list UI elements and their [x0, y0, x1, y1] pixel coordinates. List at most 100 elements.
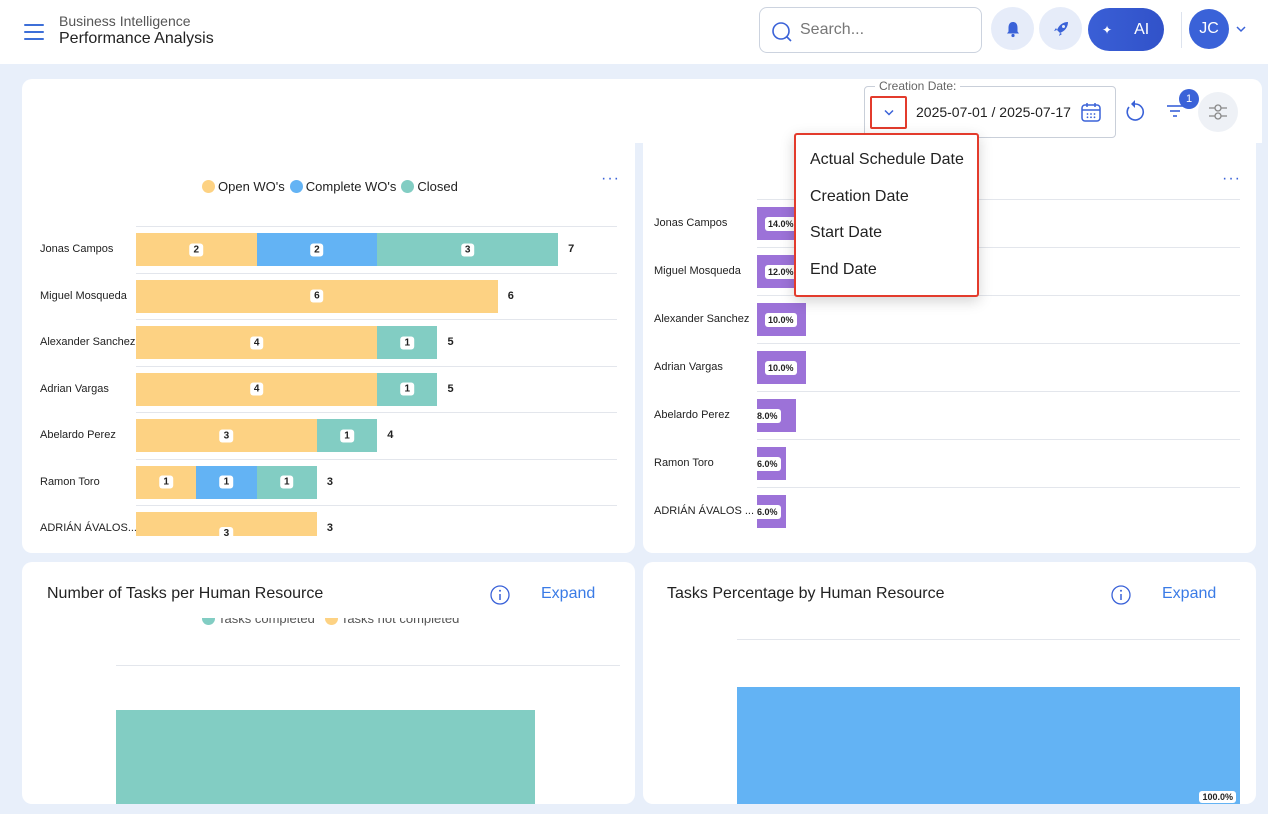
option-creation-date[interactable]: Creation Date	[796, 186, 977, 223]
launch-button[interactable]	[1039, 7, 1082, 50]
creation-date-field[interactable]: Creation Date: 2025-07-01 / 2025-07-17	[864, 79, 1116, 138]
bar-segment-open[interactable]: 1	[136, 465, 197, 499]
header-divider	[1181, 12, 1182, 48]
bar-segment-closed[interactable]: 1	[256, 465, 317, 499]
legend-dot-closed	[401, 180, 415, 193]
bar-value-label: 6.0%	[754, 456, 781, 471]
ai-assistant-button[interactable]: ✦ AI	[1088, 8, 1164, 51]
tasks-percentage-bar[interactable]: 100.0%	[737, 687, 1240, 804]
tasks-count-expand-link[interactable]: Expand	[541, 585, 595, 603]
page-titles: Business Intelligence Performance Analys…	[59, 13, 214, 49]
legend-tasks-not-completed[interactable]: Tasks not completed	[341, 618, 460, 626]
segment-value-label: 3	[460, 243, 475, 256]
bar-value-label: 100.0%	[1199, 791, 1236, 803]
bar-segment-closed[interactable]: 1	[316, 419, 378, 452]
notifications-button[interactable]	[991, 7, 1034, 50]
gridline	[136, 272, 617, 274]
row-label: Miguel Mosqueda	[40, 289, 127, 302]
bar-segment-closed[interactable]: 1	[377, 326, 438, 359]
menu-icon[interactable]	[24, 24, 44, 40]
tasks-count-legend: Tasks completed Tasks not completed	[202, 618, 459, 630]
gridline	[136, 505, 617, 506]
segment-value-label: 1	[400, 336, 415, 349]
tasks-count-panel: Number of Tasks per Human Resource Expan…	[22, 562, 635, 804]
row-label: Ramon Toro	[40, 475, 100, 488]
percentage-bar[interactable]: 10.0%	[757, 303, 806, 336]
bar-segment-open[interactable]: 4	[136, 326, 378, 359]
bar-total-label: 4	[387, 429, 394, 441]
page-subtitle: Business Intelligence	[59, 13, 191, 29]
search-box[interactable]	[759, 7, 982, 53]
segment-value-label: 4	[249, 382, 264, 396]
bar-segment-open[interactable]: 2	[136, 233, 257, 266]
bar-value-label: 6.0%	[754, 504, 781, 519]
gridline	[136, 319, 617, 320]
reset-icon[interactable]	[1124, 99, 1146, 123]
bar-segment-open[interactable]: 3	[136, 512, 317, 540]
search-input[interactable]	[800, 18, 970, 42]
chart-settings-button[interactable]	[1198, 92, 1238, 132]
bar-total-label: 7	[568, 243, 575, 255]
bar-total-label: 3	[326, 522, 334, 534]
option-start-date[interactable]: Start Date	[796, 222, 977, 259]
bar-value-label: 8.0%	[754, 408, 781, 423]
gridline	[737, 639, 1240, 640]
bar-segment-open[interactable]: 3	[136, 419, 317, 452]
bar-segment-open[interactable]: 6	[136, 279, 498, 313]
bar-value-label: 14.0%	[765, 216, 797, 231]
gridline	[757, 439, 1240, 440]
percentage-bar[interactable]: 8.0%	[754, 399, 796, 432]
segment-value-label: 3	[219, 429, 234, 442]
chevron-down-icon[interactable]	[1236, 25, 1246, 33]
sparkle-icon: ✦	[1102, 22, 1113, 37]
legend-tasks-completed[interactable]: Tasks completed	[218, 618, 315, 626]
bar-segment-closed[interactable]: 3	[377, 233, 559, 266]
gridline	[757, 343, 1240, 344]
gridline	[757, 391, 1240, 392]
pct-chart-more-button[interactable]: ···	[1222, 170, 1241, 188]
rocket-icon	[1053, 21, 1068, 36]
percentage-bar[interactable]: 6.0%	[754, 447, 787, 480]
bar-total-label: 3	[326, 475, 334, 488]
wo-chart-legend: Open WO's Complete WO's Closed	[202, 179, 458, 194]
row-label: ADRIÁN ÁVALOS...	[40, 522, 137, 534]
legend-dot-complete	[289, 180, 303, 193]
legend-dot-not-completed	[324, 618, 338, 625]
legend-open[interactable]: Open WO's	[218, 179, 285, 194]
sliders-icon	[1209, 104, 1227, 120]
info-icon[interactable]	[1110, 584, 1132, 606]
date-type-toggle[interactable]	[870, 96, 907, 129]
segment-value-label: 4	[249, 336, 264, 349]
percentage-bar[interactable]: 10.0%	[757, 351, 806, 384]
tasks-count-title: Number of Tasks per Human Resource	[47, 585, 324, 602]
row-label: Alexander Sanchez	[40, 336, 136, 348]
bar-segment-open[interactable]: 4	[136, 372, 378, 406]
user-avatar[interactable]: JC	[1189, 9, 1229, 49]
segment-value-label: 6	[310, 289, 324, 303]
wo-chart-more-button[interactable]: ···	[601, 170, 620, 188]
top-bar: Business Intelligence Performance Analys…	[0, 0, 1268, 64]
bar-segment-complete[interactable]: 2	[256, 233, 378, 266]
chevron-down-icon	[883, 109, 894, 116]
tasks-count-bar[interactable]	[116, 710, 535, 804]
bar-total-label: 5	[447, 382, 454, 395]
tasks-percentage-title: Tasks Percentage by Human Resource	[667, 585, 945, 602]
row-label: Miguel Mosqueda	[654, 265, 741, 277]
info-icon[interactable]	[489, 584, 511, 606]
bar-segment-complete[interactable]: 1	[196, 465, 257, 499]
segment-value-label: 3	[219, 527, 234, 540]
bell-icon	[1006, 21, 1019, 37]
bar-segment-closed[interactable]: 1	[377, 372, 438, 406]
option-end-date[interactable]: End Date	[796, 259, 977, 296]
tasks-percentage-expand-link[interactable]: Expand	[1162, 585, 1216, 603]
row-label: Abelardo Perez	[654, 409, 730, 421]
legend-closed[interactable]: Closed	[417, 179, 457, 194]
gridline	[136, 226, 617, 227]
segment-value-label: 1	[340, 429, 354, 442]
segment-value-label: 2	[189, 243, 204, 256]
calendar-icon[interactable]	[1080, 101, 1102, 123]
option-actual-schedule-date[interactable]: Actual Schedule Date	[796, 149, 977, 186]
legend-complete[interactable]: Complete WO's	[306, 179, 397, 194]
bar-total-label: 6	[507, 289, 514, 302]
percentage-bar[interactable]: 6.0%	[754, 495, 787, 528]
